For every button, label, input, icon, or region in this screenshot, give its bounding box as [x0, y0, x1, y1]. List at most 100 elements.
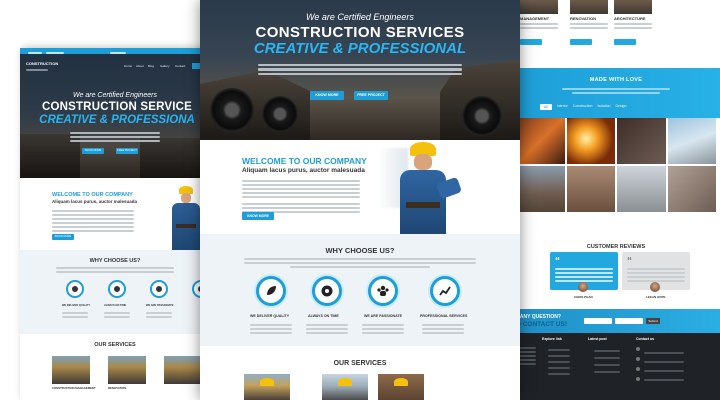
portfolio-gallery: [516, 118, 716, 212]
nav-item[interactable]: Contact: [175, 64, 185, 68]
filter-tab-isolation[interactable]: Isolation: [597, 104, 610, 110]
nav-item[interactable]: Gallery: [160, 64, 170, 68]
submit-button[interactable]: Submit: [646, 318, 660, 324]
soccer-ball-icon: [312, 276, 342, 306]
services-strip: MANAGEMENT RENOVATION ARCHITECTURE: [512, 0, 720, 68]
center-page-mockup: We are Certified Engineers CONSTRUCTION …: [200, 0, 520, 400]
footer-heading: Explore link: [542, 337, 562, 341]
service-photo: [520, 0, 558, 14]
name-field[interactable]: [584, 318, 612, 324]
service-title: ARCHITECTURE: [614, 16, 646, 21]
gallery-image[interactable]: [617, 166, 666, 212]
hero-subtitle: CREATIVE & PROFESSIONA: [39, 114, 195, 126]
know-more-button[interactable]: KNOW MORE: [82, 148, 104, 154]
why-choose-section: WHY CHOOSE US? WE DELIVER QUALITY ALWAYS…: [20, 250, 210, 334]
services-title: OUR SERVICES: [94, 342, 136, 348]
filter-tab-interior[interactable]: Interior: [557, 104, 568, 110]
service-photo: [570, 0, 608, 14]
hero-tagline: We are Certified Engineers: [73, 92, 157, 99]
feature-label: WE ARE PASSIONATE: [364, 314, 403, 318]
welcome-subtitle: Aliquam lacus purus, auctor malesuada: [242, 167, 365, 174]
quality-icon: [66, 280, 84, 298]
hero-title: CONSTRUCTION SERVICES: [255, 24, 465, 41]
gallery-image[interactable]: [566, 118, 615, 164]
leaf-icon: [256, 276, 286, 306]
free-project-button[interactable]: FREE PROJECT: [354, 91, 388, 100]
contact-banner: VE ANY QUESTION? TO CONTACT US! Submit: [512, 309, 720, 333]
feature-label: PROFESSIONAL SERVICES: [420, 314, 468, 318]
email-field[interactable]: [615, 318, 643, 324]
service-photo[interactable]: [244, 374, 290, 400]
service-title: RENOVATION: [570, 16, 597, 21]
service-photo[interactable]: [322, 374, 368, 400]
services-section: OUR SERVICES: [200, 346, 520, 400]
portfolio-header: MADE WITH LOVE All Interior Construction…: [512, 68, 720, 118]
service-title: RENOVATION: [108, 386, 127, 390]
know-more-button[interactable]: KNOW MORE: [310, 91, 344, 100]
brand-logo[interactable]: CONSTRUCTION: [26, 61, 58, 66]
left-page-mockup: CONSTRUCTION Home About Blog Gallery Con…: [20, 48, 210, 400]
why-title: WHY CHOOSE US?: [325, 246, 395, 255]
know-more-button[interactable]: KNOW MORE: [242, 212, 274, 220]
know-more-button[interactable]: KNOW MORE: [52, 234, 74, 240]
people-icon: [150, 280, 168, 298]
main-navigation: CONSTRUCTION Home About Blog Gallery Con…: [20, 58, 210, 72]
service-photo[interactable]: [108, 356, 146, 384]
phone-icon: [636, 357, 640, 361]
footer-heading: Contact us: [636, 337, 655, 341]
gallery-image[interactable]: [617, 118, 666, 164]
chart-icon: [430, 276, 460, 306]
service-photo[interactable]: [52, 356, 90, 384]
quote-icon: “: [555, 256, 560, 267]
hero-title: CONSTRUCTION SERVICE: [41, 101, 193, 113]
read-more-button[interactable]: [614, 39, 636, 45]
mockup-stage: MANAGEMENT RENOVATION ARCHITECTURE MADE …: [0, 0, 720, 400]
service-title: MANAGEMENT: [520, 16, 550, 21]
hero-section: We are Certified Engineers CONSTRUCTION …: [200, 0, 520, 140]
free-project-button[interactable]: FREE PROJECT: [116, 148, 138, 154]
read-more-button[interactable]: [570, 39, 592, 45]
why-title: WHY CHOOSE US?: [89, 258, 141, 264]
service-card: RENOVATION: [570, 0, 608, 45]
filter-tab-construction[interactable]: Construction: [573, 104, 593, 110]
footer: Explore link Latest post Contact us: [512, 333, 720, 400]
avatar: [650, 282, 660, 292]
service-photo[interactable]: [164, 356, 202, 384]
right-page-mockup: MANAGEMENT RENOVATION ARCHITECTURE MADE …: [512, 0, 720, 400]
service-card: ARCHITECTURE: [614, 0, 652, 45]
feature-label: WE DELIVER QUALITY: [250, 314, 290, 318]
mail-icon: [636, 367, 640, 371]
worker-image: [168, 184, 204, 250]
gallery-image[interactable]: [667, 118, 716, 164]
feature-label: WE DELIVER QUALITY: [62, 304, 91, 307]
hero-section: CONSTRUCTION Home About Blog Gallery Con…: [20, 54, 210, 178]
welcome-title: WELCOME TO OUR COMPANY: [242, 156, 367, 166]
read-more-button[interactable]: [520, 39, 542, 45]
location-icon: [636, 347, 640, 351]
welcome-subtitle: Aliquam lacus purus, auctor malesuada: [52, 199, 138, 204]
service-card: MANAGEMENT: [520, 0, 558, 45]
welcome-title: WELCOME TO OUR COMPANY: [52, 192, 133, 198]
gallery-image[interactable]: [667, 166, 716, 212]
why-choose-section: WHY CHOOSE US? WE DELIVER QUALITY ALWAYS…: [200, 234, 520, 346]
nav-item[interactable]: About: [136, 64, 144, 68]
quote-icon: “: [627, 256, 632, 267]
service-photo[interactable]: [378, 374, 424, 400]
services-title: OUR SERVICES: [333, 360, 387, 367]
hero-subtitle: CREATIVE & PROFESSIONAL: [253, 40, 467, 57]
nav-item[interactable]: Home: [124, 64, 132, 68]
filter-tab-all[interactable]: All: [540, 104, 552, 110]
reviewer-name: CHRIS PHAN: [574, 295, 593, 299]
gallery-image[interactable]: [566, 166, 615, 212]
gallery-image[interactable]: [516, 166, 565, 212]
gallery-image[interactable]: [516, 118, 565, 164]
filter-tab-design[interactable]: Design: [616, 104, 627, 110]
reviews-title: CUSTOMER REVIEWS: [586, 244, 646, 250]
service-title: CONSTRUCTION MANAGEMENT: [52, 386, 96, 390]
clock-icon: [108, 280, 126, 298]
worker-image: [378, 140, 478, 234]
nav-item[interactable]: Blog: [148, 64, 154, 68]
service-photo: [614, 0, 652, 14]
people-icon: [368, 276, 398, 306]
avatar: [578, 282, 588, 292]
